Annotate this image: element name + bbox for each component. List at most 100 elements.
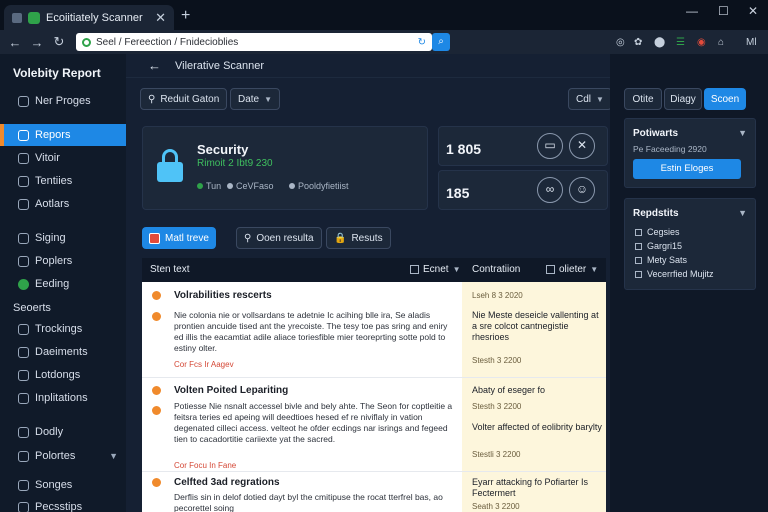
row-side-title: Eyarr attacking fo Pofiarter Is Fecterme…	[472, 477, 589, 498]
browser-tab-bar: Ecoiitiately Scanner ✕ + — ☐ ✕	[0, 0, 768, 30]
potiwarts-card: Potiwarts ▼ Pe Faceeding 2920 Estin Elog…	[624, 118, 756, 188]
table-row[interactable]: Volten Poited Lepariting Potiesse Nie ns…	[142, 378, 606, 472]
address-toolbar: ← → ↻ Seel / Fereection / Fnidecioblies …	[0, 30, 768, 54]
sidebar-item-polortes[interactable]: Polortes ▼	[0, 445, 126, 467]
card-icon[interactable]: ▭	[537, 133, 563, 159]
filter-icon	[546, 265, 555, 274]
table-row[interactable]: Volrabilities rescerts Nie colonia nie o…	[142, 282, 606, 378]
url-text: Seel / Fereection / Fnidecioblies	[96, 36, 239, 48]
list-item[interactable]: Gargri15	[635, 241, 682, 251]
back-arrow-icon[interactable]: ←	[148, 58, 161, 73]
status-dot-icon	[18, 278, 29, 290]
sidebar-item-siging[interactable]: Siging	[0, 227, 126, 249]
row-side-date: Seath 3 2200	[472, 502, 520, 511]
security-meta-3: Pooldyfietiist	[289, 181, 349, 191]
forward-icon[interactable]: →	[26, 35, 48, 50]
tools-icon[interactable]: ✕	[569, 133, 595, 159]
minimize-icon[interactable]: —	[686, 4, 698, 18]
sidebar-item-inplitations[interactable]: Inplitations	[0, 387, 126, 409]
extension-icon-3[interactable]: ⬤	[654, 37, 665, 48]
diagy-button[interactable]: Diagy	[664, 88, 702, 110]
security-card: Security Rimoit 2 Ibt9 230 Tun CeVFaso P…	[142, 126, 428, 210]
layers-icon	[18, 369, 29, 381]
new-tab-icon[interactable]: +	[181, 7, 190, 25]
bullet-icon	[152, 291, 161, 300]
sidebar-item-pecsstips[interactable]: Pecsstips	[0, 496, 126, 512]
chevron-down-icon[interactable]: ▼	[738, 208, 747, 218]
filter-icon	[410, 265, 419, 274]
chevron-down-icon[interactable]: ▼	[738, 128, 747, 138]
extension-icon-4[interactable]: ☰	[676, 37, 685, 48]
chevron-down-icon: ▼	[264, 94, 273, 104]
sidebar-item-poplers[interactable]: Poplers	[0, 250, 126, 272]
window-close-icon[interactable]: ✕	[748, 4, 758, 18]
table-header: Sten text Ecnet ▼ Contratiion olieter ▼	[142, 258, 606, 282]
checkbox-icon	[635, 270, 642, 278]
url-field[interactable]: Seel / Fereection / Fnidecioblies ↻	[76, 33, 432, 51]
row-title: Volrabilities rescerts	[174, 290, 272, 301]
reload-icon[interactable]: ↻	[48, 34, 70, 50]
card-action-button[interactable]: Estin Eloges	[633, 159, 741, 179]
sidebar-item-aotlars[interactable]: Aotlars	[0, 193, 126, 215]
sidebar-item-dodly[interactable]: Dodly	[0, 421, 126, 443]
otite-button[interactable]: Otite	[624, 88, 662, 110]
column-header-contratiion[interactable]: Contratiion	[472, 264, 520, 275]
row-side-title: Nie Meste deseicle vallenting at a sre c…	[472, 310, 599, 342]
column-header-olieter[interactable]: olieter ▼	[546, 264, 598, 275]
maximize-icon[interactable]: ☐	[718, 4, 729, 18]
row-title: Volten Poited Lepariting	[174, 385, 289, 396]
extension-icon-6[interactable]: ⌂	[718, 37, 724, 48]
repdstits-card: Repdstits ▼ Cegsies Gargri15 Mety Sats V…	[624, 198, 756, 290]
sidebar-section-label: Seoerts	[13, 302, 51, 314]
extension-icon-1[interactable]: ◎	[616, 37, 625, 48]
sidebar-item-daeiments[interactable]: Daeiments	[0, 341, 126, 363]
list-item[interactable]: Cegsies	[635, 227, 680, 237]
row-link[interactable]: Cor Focu In Fane	[174, 461, 236, 470]
browser-tab[interactable]: Ecoiitiately Scanner ✕	[4, 5, 174, 30]
calendar-dropdown[interactable]: Cdl ▼	[568, 88, 612, 110]
search-icon: ⚲	[244, 232, 252, 244]
extension-icon-5[interactable]: ◉	[697, 37, 706, 48]
row-side-date: Stesth 3 2200	[472, 356, 522, 365]
checkbox-icon	[635, 242, 642, 250]
list-item[interactable]: Mety Sats	[635, 255, 687, 265]
menu-icon[interactable]: Ml	[746, 37, 757, 48]
link-icon[interactable]: ∞	[537, 177, 563, 203]
search-results-button[interactable]: ⚲ Reduit Gaton	[140, 88, 228, 110]
main-tree-tab[interactable]: Matl treve	[142, 227, 216, 249]
sidebar-item-lotdongs[interactable]: Lotdongs	[0, 364, 126, 386]
row-side-title: Volter affected of eolibrity barylty	[472, 422, 602, 432]
stat-card-2: 185 ∞ ☺	[438, 170, 608, 210]
row-side-date: Lseh 8 3 2020	[472, 291, 523, 300]
close-icon[interactable]: ✕	[155, 10, 166, 26]
sidebar-item-repors[interactable]: Repors	[0, 124, 126, 146]
column-header-ecnet[interactable]: Ecnet ▼	[410, 264, 461, 275]
date-dropdown[interactable]: Date ▼	[230, 88, 281, 110]
favicon-icon	[28, 11, 40, 24]
bullet-icon	[152, 478, 161, 487]
card-title: Repdstits	[633, 208, 679, 219]
sidebar-item-tentiies[interactable]: Tentiies	[0, 170, 126, 192]
security-title: Security	[197, 142, 249, 157]
sidebar-item-ner-proges[interactable]: Ner Proges	[0, 90, 126, 112]
chevron-down-icon: ▼	[596, 94, 604, 104]
sidebar-item-eeding[interactable]: Eeding	[0, 273, 126, 295]
list-item[interactable]: Vecerrfied Mujitz	[635, 269, 714, 279]
user-icon[interactable]: ☺	[569, 177, 595, 203]
scan-button[interactable]: Scoen	[704, 88, 746, 110]
search-icon[interactable]: ⌕	[432, 33, 450, 51]
sidebar-item-songes[interactable]: Songes	[0, 474, 126, 496]
column-header-text[interactable]: Sten text	[150, 264, 189, 275]
right-panel: Otite Diagy Scoen Potiwarts ▼ Pe Faceedi…	[610, 54, 768, 512]
extension-icon-2[interactable]: ✿	[634, 37, 642, 48]
table-row[interactable]: Celfted 3ad regrations Derflis sin in de…	[142, 472, 606, 512]
refresh-icon[interactable]: ↻	[418, 37, 426, 48]
results-table: Sten text Ecnet ▼ Contratiion olieter ▼ Vo…	[142, 258, 606, 512]
results-tab[interactable]: 🔒 Resuts	[326, 227, 391, 249]
stat-value: 1 805	[446, 141, 482, 157]
row-link[interactable]: Cor Fcs Ir Aagev	[174, 360, 234, 369]
back-icon[interactable]: ←	[4, 35, 26, 50]
sidebar-item-trockings[interactable]: Trockings	[0, 318, 126, 340]
open-results-tab[interactable]: ⚲ Ooen resulta	[236, 227, 322, 249]
sidebar-item-vitoir[interactable]: Vitoir	[0, 147, 126, 169]
